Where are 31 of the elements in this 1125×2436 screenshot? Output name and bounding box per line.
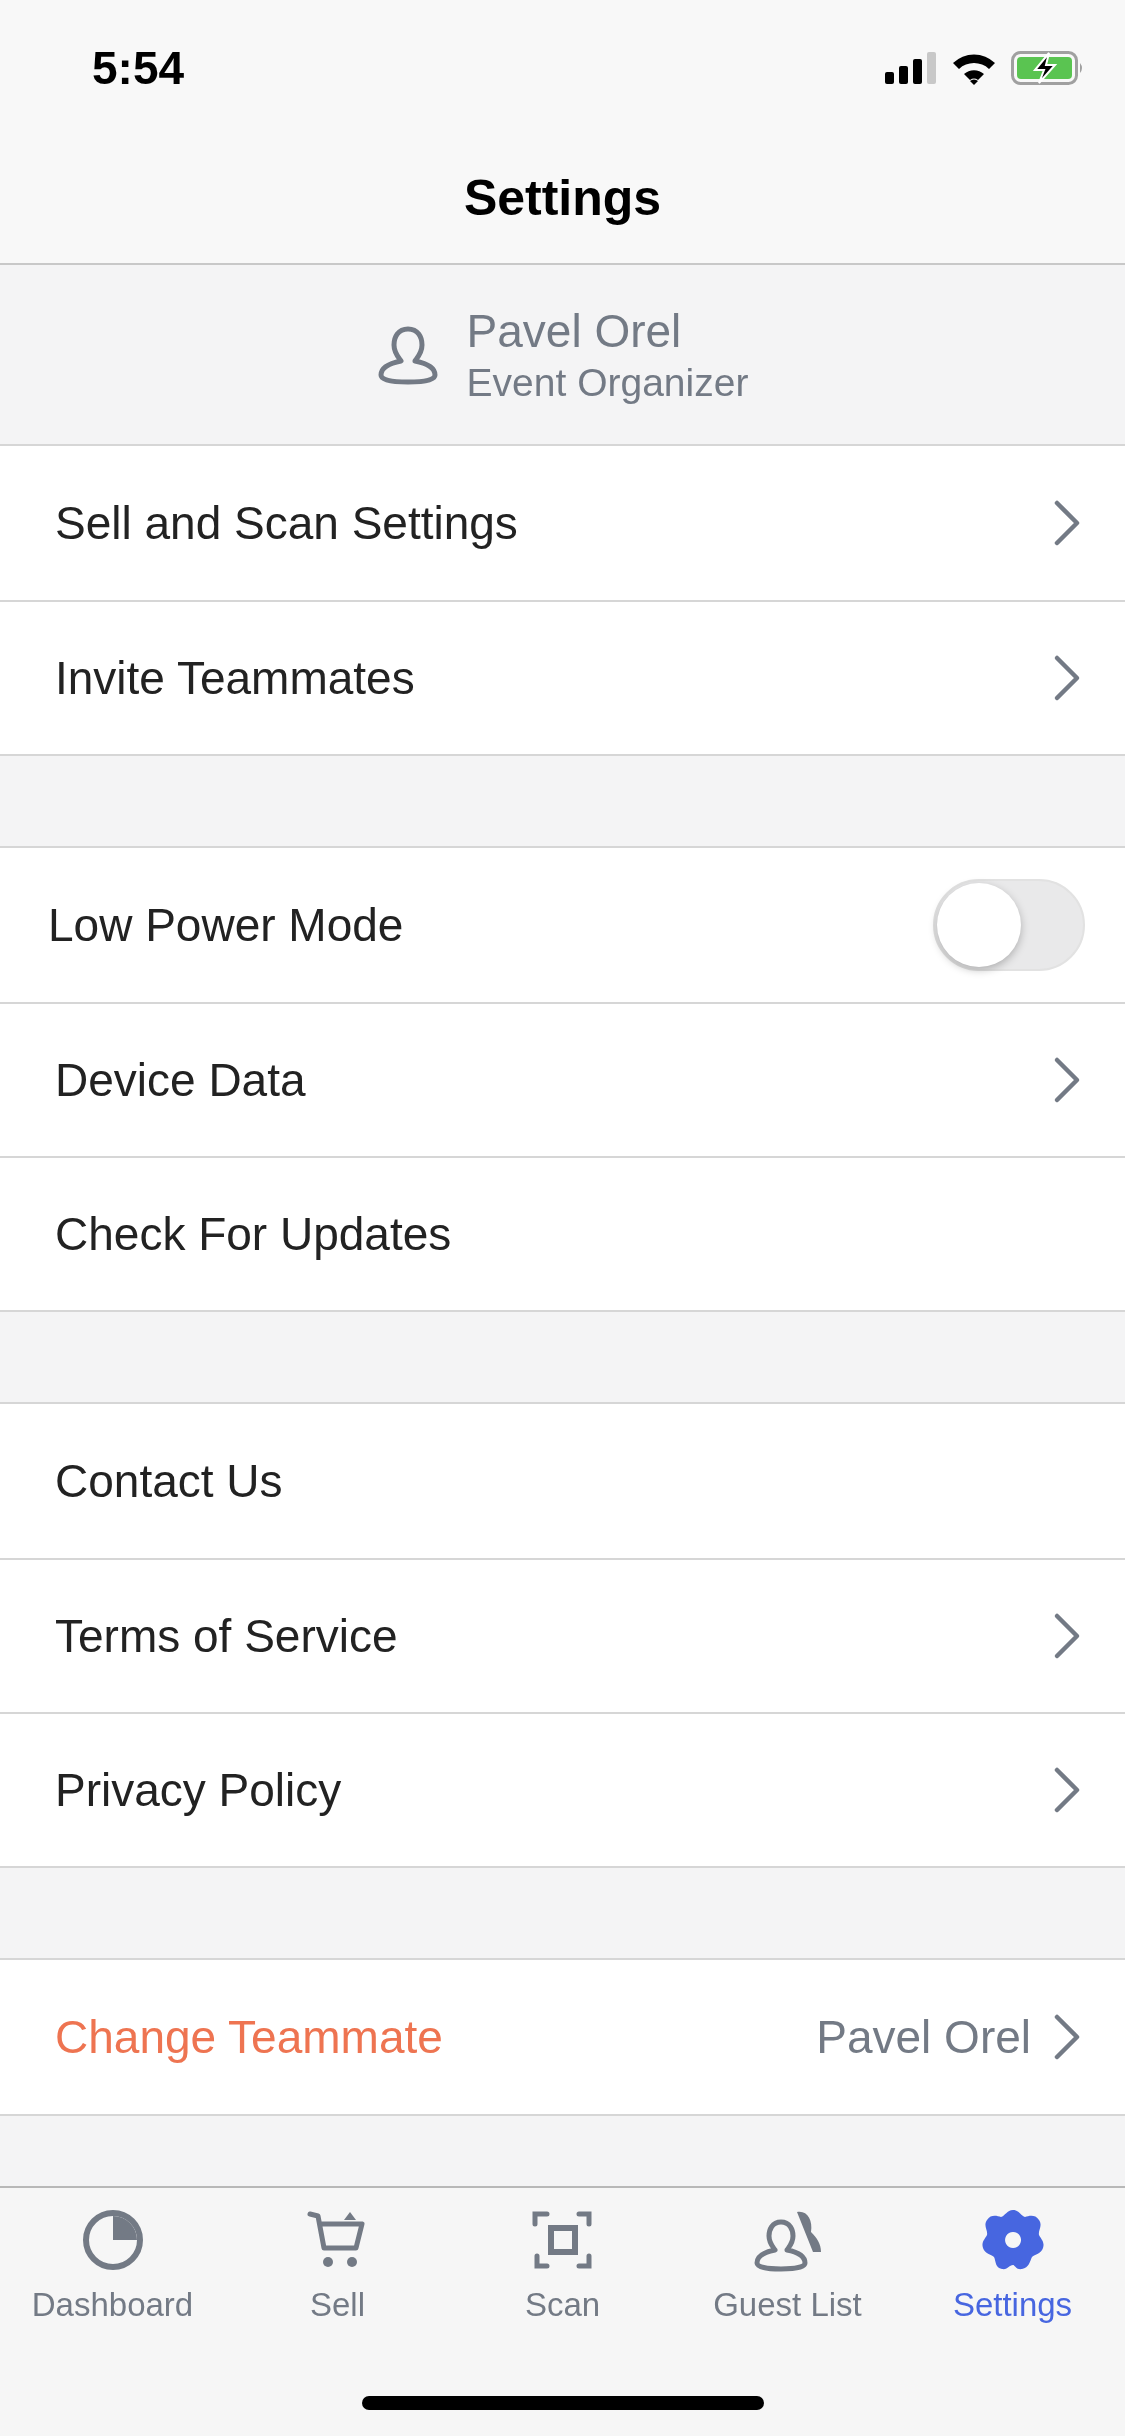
- user-name: Pavel Orel: [466, 303, 683, 359]
- row-label: Low Power Mode: [48, 898, 404, 952]
- row-label: Privacy Policy: [55, 1763, 342, 1817]
- tab[interactable]: Settings: [900, 2208, 1125, 2324]
- tab[interactable]: Sell: [225, 2208, 450, 2324]
- row-label: Device Data: [55, 1053, 306, 1107]
- user-icon: [376, 324, 439, 385]
- chevron-icon: [1053, 1056, 1081, 1104]
- row-label: Terms of Service: [55, 1609, 398, 1663]
- row-label: Change Teammate: [55, 2010, 443, 2064]
- user-role: Event Organizer: [466, 359, 749, 406]
- chevron-icon: [1053, 1766, 1081, 1814]
- tab[interactable]: Scan: [450, 2208, 675, 2324]
- settings-icon: [980, 2208, 1045, 2272]
- row-label: Check For Updates: [55, 1207, 452, 1261]
- chevron-icon: [1053, 654, 1081, 702]
- wifi-icon: [951, 51, 997, 85]
- teammate-name: Pavel Orel: [816, 2010, 1031, 2064]
- chevron-icon: [1053, 499, 1081, 547]
- pie-chart-icon: [80, 2208, 145, 2272]
- row-label: Invite Teammates: [55, 651, 415, 705]
- row-label: Contact Us: [55, 1454, 283, 1508]
- chevron-icon: [1053, 2013, 1081, 2061]
- page-title: Settings: [463, 168, 662, 227]
- tab[interactable]: Dashboard: [0, 2208, 225, 2324]
- battery-icon: [1011, 51, 1085, 85]
- row-label: Sell and Scan Settings: [55, 496, 518, 550]
- tab[interactable]: Guest List: [675, 2208, 900, 2324]
- chevron-icon: [1053, 1612, 1081, 1660]
- status-time: 5:54: [92, 41, 185, 95]
- signal-icon: [885, 52, 937, 84]
